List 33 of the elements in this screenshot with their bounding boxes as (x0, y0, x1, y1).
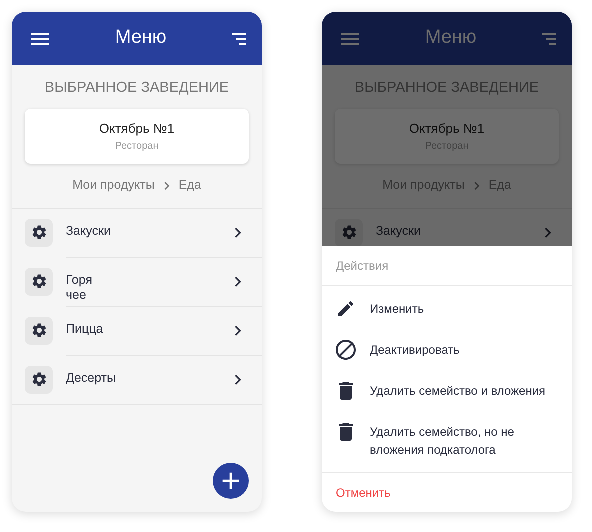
gear-icon (30, 371, 48, 388)
category-row[interactable]: Горя чее (12, 258, 262, 307)
category-row[interactable]: Закуски (12, 208, 262, 258)
venue-type: Ресторан (115, 140, 159, 154)
action-item[interactable]: Изменить (322, 290, 572, 331)
filter-icon[interactable] (230, 32, 246, 46)
header-title: Меню (425, 26, 477, 50)
category-label: Горя чее (66, 272, 94, 303)
header-title: Меню (115, 26, 167, 50)
prohibited-icon (334, 338, 358, 362)
pencil-icon (336, 299, 356, 319)
cancel-button[interactable]: Отменить (336, 484, 391, 502)
gear-icon (340, 224, 358, 242)
category-label: Закуски (376, 224, 422, 239)
category-row[interactable]: Десерты (12, 356, 262, 405)
venue-name: Октябрь №1 (99, 120, 175, 138)
add-button[interactable] (213, 463, 249, 499)
gear-icon (30, 322, 48, 340)
action-item[interactable]: Удалить семейство, но не вложения подкатолога (322, 413, 572, 466)
category-label: Пицца (66, 322, 104, 337)
venue-card[interactable]: Октябрь №1 Ресторан (25, 108, 249, 164)
gear-icon (30, 224, 48, 242)
gear-icon (30, 273, 48, 290)
category-label: Десерты (66, 370, 118, 386)
section-title: ВЫБРАННОЕ ЗАВЕДЕНИЕ (44, 79, 230, 98)
category-label: Закуски (66, 224, 112, 239)
action-item[interactable]: Деактивировать (322, 331, 572, 372)
venue-name: Октябрь №1 (409, 120, 485, 138)
category-row[interactable]: Пицца (12, 306, 262, 356)
sheet-title: Действия (336, 258, 389, 274)
breadcrumb-item[interactable]: Еда (178, 176, 202, 196)
breadcrumb-item[interactable]: Мои продукты (72, 176, 155, 196)
action-item[interactable]: Удалить семейство и вложения (322, 372, 572, 413)
